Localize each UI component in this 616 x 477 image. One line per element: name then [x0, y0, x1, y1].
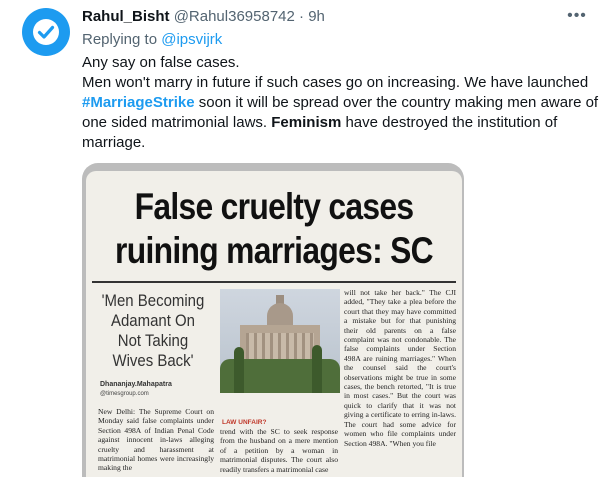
tweet-text-line1: Any say on false cases. — [82, 54, 240, 71]
avatar[interactable] — [22, 8, 70, 56]
headline-line1: False cruelty cases — [134, 186, 415, 227]
article-column-2: trend with the SC to seek response from … — [220, 427, 338, 474]
byline: Dhananjay.Mahapatra — [100, 381, 172, 388]
photo-label: LAW UNFAIR? — [222, 419, 267, 426]
hashtag-link[interactable]: #MarriageStrike — [82, 94, 195, 111]
display-name[interactable]: Rahul_Bisht — [82, 8, 170, 25]
photo-tree — [234, 347, 244, 393]
user-handle[interactable]: @Rahul36958742 — [174, 8, 295, 25]
article-column-3: will not take her back." The CJI added, … — [344, 288, 456, 448]
photo-tree — [312, 345, 322, 393]
tweet-text-paragraph: Men won't marry in future if such cases … — [82, 73, 602, 153]
bold-word: Feminism — [271, 114, 342, 131]
headline-rule — [92, 281, 456, 283]
article-column-1: New Delhi: The Supreme Court on Monday s… — [98, 407, 214, 473]
pull-quote: 'Men Becoming Adamant On Not Taking Wive… — [101, 291, 205, 370]
separator: · — [299, 8, 305, 25]
newspaper-clipping: False cruelty cases ruining marriages: S… — [86, 171, 462, 477]
timestamp[interactable]: 9h — [308, 8, 325, 25]
check-badge-icon — [33, 19, 59, 45]
tweet-text-part1: Men won't marry in future if such cases … — [82, 74, 589, 91]
replying-to-mention[interactable]: @ipsvijrk — [161, 31, 222, 48]
supreme-court-photo — [220, 289, 340, 393]
tweet-card[interactable]: Rahul_Bisht @Rahul36958742 · 9h ••• Repl… — [0, 0, 616, 477]
tweet-media-image[interactable]: False cruelty cases ruining marriages: S… — [82, 163, 464, 477]
photo-columns — [246, 333, 314, 361]
tweet-header: Rahul_Bisht @Rahul36958742 · 9h — [82, 8, 325, 25]
replying-to: Replying to @ipsvijrk — [82, 31, 222, 48]
headline-line2: ruining marriages: SC — [115, 230, 434, 271]
replying-prefix: Replying to — [82, 31, 162, 48]
tweet-text: Any say on false cases. Men won't marry … — [82, 53, 602, 153]
byline-email: @timesgroup.com — [100, 391, 149, 397]
clipping-headline: False cruelty cases ruining marriages: S… — [112, 185, 435, 273]
ellipsis-icon[interactable]: ••• — [565, 7, 589, 24]
photo-dome — [267, 303, 293, 325]
